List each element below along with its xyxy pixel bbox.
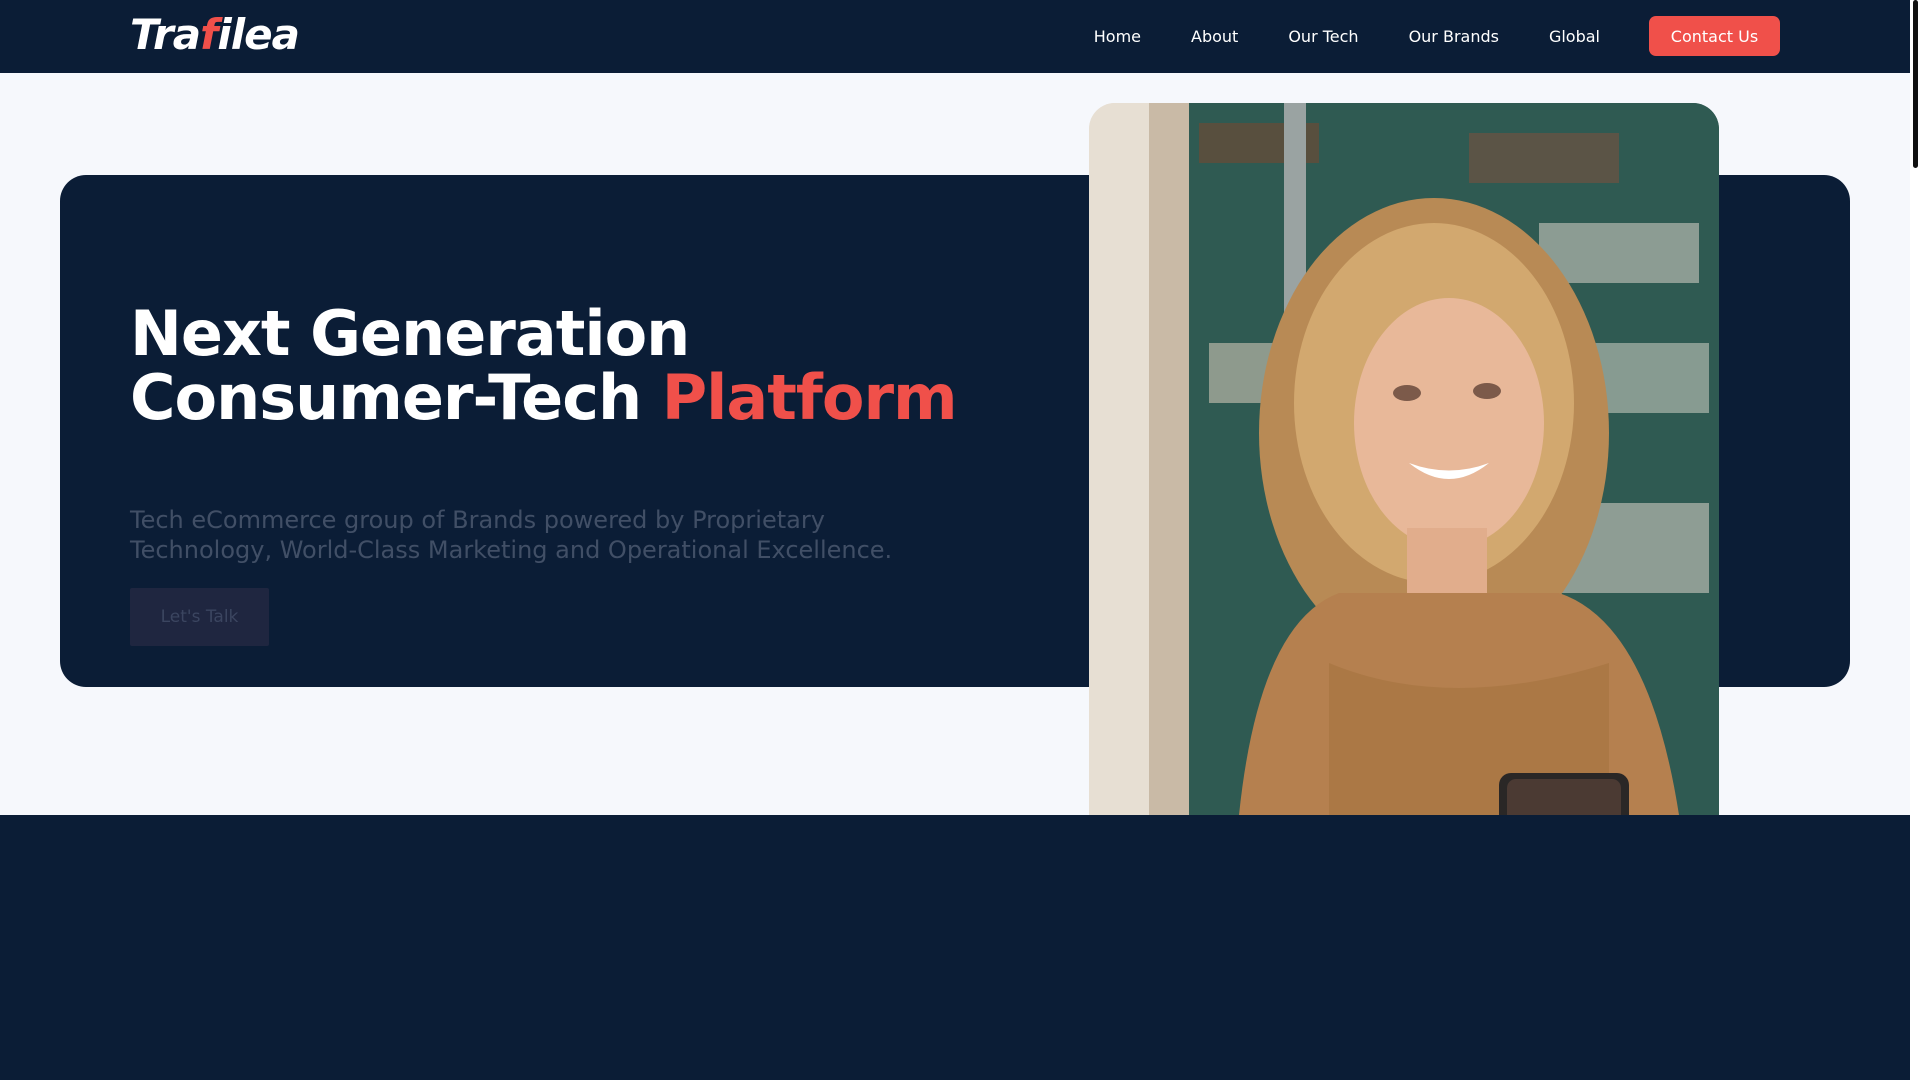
logo-suffix: ilea: [217, 10, 300, 59]
trafilea-logo[interactable]: Trafilea: [130, 14, 300, 56]
hero-title: Next Generation Consumer-Tech Platform: [130, 302, 1030, 430]
nav-about[interactable]: About: [1191, 27, 1238, 46]
nav-home[interactable]: Home: [1094, 27, 1141, 46]
woman-photo-illustration: [1089, 103, 1719, 815]
hero-subtitle: Tech eCommerce group of Brands powered b…: [130, 506, 893, 564]
page: Trafilea Home About Our Tech Our Brands …: [0, 0, 1920, 1080]
hero-photo: [1089, 103, 1719, 815]
logo-mark: f: [200, 10, 218, 59]
hero-title-line2: Consumer-Tech: [130, 361, 662, 434]
site-header: Trafilea Home About Our Tech Our Brands …: [0, 0, 1910, 73]
hero-title-accent: Platform: [661, 361, 958, 434]
nav-global[interactable]: Global: [1549, 27, 1600, 46]
contact-us-button[interactable]: Contact Us: [1649, 16, 1780, 56]
hero-title-line1: Next Generation: [130, 297, 690, 370]
nav-our-tech[interactable]: Our Tech: [1288, 27, 1358, 46]
lets-talk-button[interactable]: Let's Talk: [130, 588, 269, 646]
logo-prefix: Tra: [130, 10, 201, 59]
nav-our-brands[interactable]: Our Brands: [1409, 27, 1499, 46]
main-nav: Home About Our Tech Our Brands Global: [1044, 0, 1600, 73]
scrollbar-thumb[interactable]: [1913, 0, 1918, 168]
